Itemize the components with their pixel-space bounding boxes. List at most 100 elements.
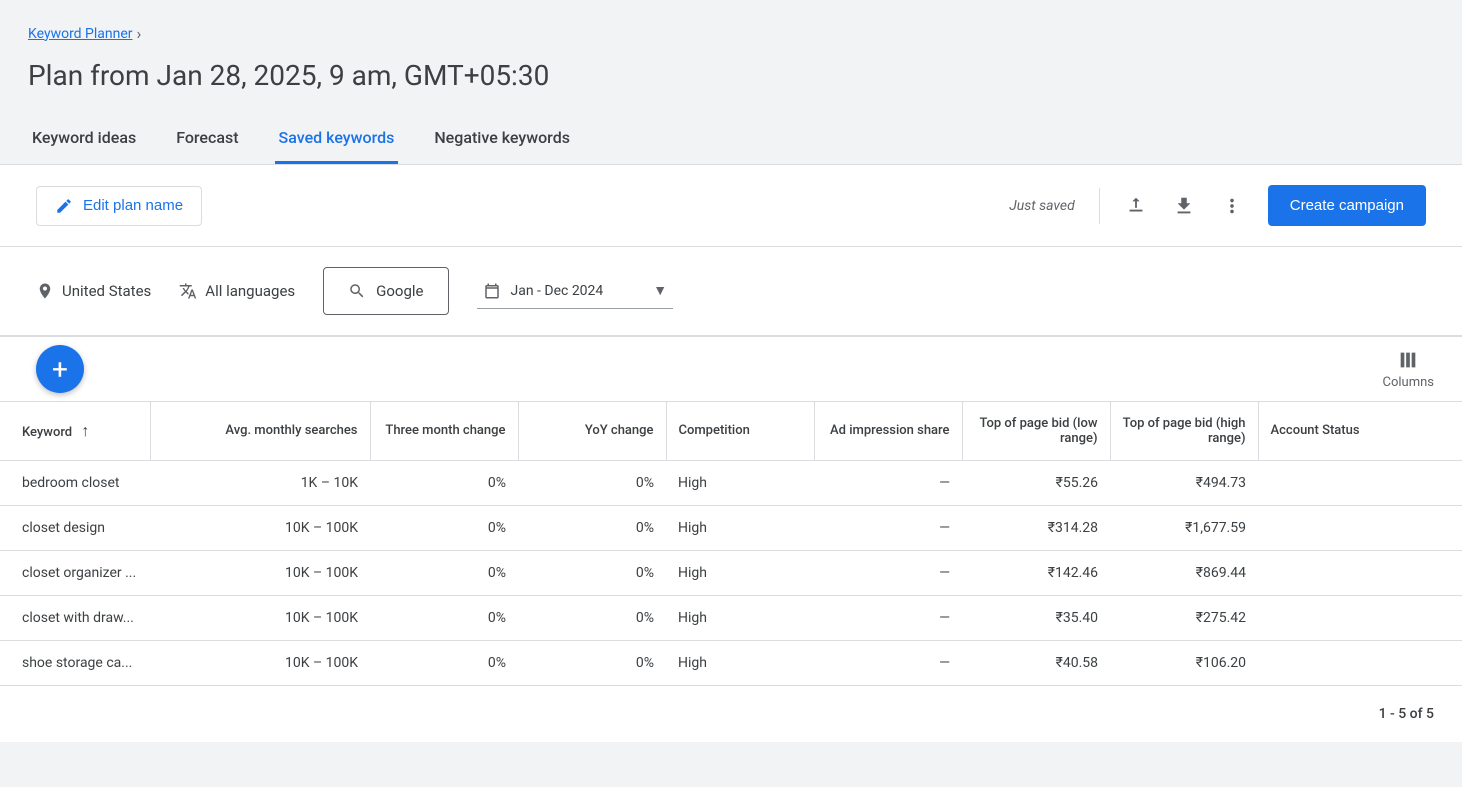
- table-row[interactable]: shoe storage ca... 10K – 100K 0% 0% High…: [0, 640, 1462, 685]
- cell-three-month: 0%: [370, 550, 518, 595]
- cell-searches: 1K – 10K: [150, 460, 370, 505]
- download-icon: [1173, 195, 1195, 217]
- columns-button[interactable]: Columns: [1383, 349, 1435, 390]
- header-status[interactable]: Account Status: [1258, 402, 1462, 460]
- tab-saved-keywords[interactable]: Saved keywords: [275, 116, 399, 164]
- tab-keyword-ideas[interactable]: Keyword ideas: [28, 116, 140, 164]
- cell-bid-low: ₹314.28: [962, 505, 1110, 550]
- network-value: Google: [376, 282, 423, 300]
- cell-bid-high: ₹1,677.59: [1110, 505, 1258, 550]
- cell-bid-high: ₹106.20: [1110, 640, 1258, 685]
- cell-yoy: 0%: [518, 550, 666, 595]
- cell-competition: High: [666, 505, 814, 550]
- date-range-filter[interactable]: Jan - Dec 2024 ▼: [477, 274, 674, 309]
- tab-forecast[interactable]: Forecast: [172, 116, 242, 164]
- cell-keyword: bedroom closet: [0, 460, 150, 505]
- date-range-value: Jan - Dec 2024: [511, 283, 604, 299]
- cell-three-month: 0%: [370, 505, 518, 550]
- cell-status: [1258, 505, 1462, 550]
- header-keyword[interactable]: Keyword ↑: [0, 402, 150, 460]
- cell-bid-high: ₹275.42: [1110, 595, 1258, 640]
- filters-bar: United States All languages Google Jan -…: [0, 246, 1462, 336]
- cell-status: [1258, 460, 1462, 505]
- header-bid-low[interactable]: Top of page bid (low range): [962, 402, 1110, 460]
- cell-keyword: closet design: [0, 505, 150, 550]
- cell-yoy: 0%: [518, 595, 666, 640]
- cell-competition: High: [666, 640, 814, 685]
- pagination: 1 - 5 of 5: [0, 686, 1462, 742]
- chevron-right-icon: ›: [137, 24, 142, 43]
- pencil-icon: [55, 197, 73, 215]
- language-filter[interactable]: All languages: [179, 282, 295, 300]
- location-value: United States: [62, 282, 151, 300]
- columns-label: Columns: [1383, 375, 1435, 390]
- header-yoy[interactable]: YoY change: [518, 402, 666, 460]
- language-value: All languages: [205, 282, 295, 300]
- share-button[interactable]: [1124, 194, 1148, 218]
- header-impression[interactable]: Ad impression share: [814, 402, 962, 460]
- header-searches[interactable]: Avg. monthly searches: [150, 402, 370, 460]
- edit-plan-name-button[interactable]: Edit plan name: [36, 186, 202, 226]
- edit-plan-name-label: Edit plan name: [83, 197, 183, 214]
- cell-yoy: 0%: [518, 460, 666, 505]
- header-keyword-label: Keyword: [22, 425, 72, 440]
- tabs: Keyword ideas Forecast Saved keywords Ne…: [28, 116, 1434, 164]
- tab-negative-keywords[interactable]: Negative keywords: [430, 116, 574, 164]
- translate-icon: [179, 282, 197, 300]
- saved-status: Just saved: [1009, 198, 1075, 214]
- keywords-table: Keyword ↑ Avg. monthly searches Three mo…: [0, 402, 1462, 686]
- share-icon: [1125, 195, 1147, 217]
- plus-icon: +: [52, 353, 68, 386]
- network-filter[interactable]: Google: [323, 267, 448, 315]
- breadcrumb-parent-link[interactable]: Keyword Planner: [28, 26, 133, 42]
- cell-keyword: closet organizer ...: [0, 550, 150, 595]
- cell-impression: —: [814, 595, 962, 640]
- header-competition[interactable]: Competition: [666, 402, 814, 460]
- location-icon: [36, 282, 54, 300]
- download-button[interactable]: [1172, 194, 1196, 218]
- table-toolbar: + Columns: [0, 337, 1462, 402]
- cell-status: [1258, 550, 1462, 595]
- cell-three-month: 0%: [370, 460, 518, 505]
- calendar-icon: [483, 282, 501, 300]
- cell-impression: —: [814, 640, 962, 685]
- cell-competition: High: [666, 595, 814, 640]
- cell-competition: High: [666, 550, 814, 595]
- create-campaign-button[interactable]: Create campaign: [1268, 185, 1426, 226]
- add-keyword-button[interactable]: +: [36, 345, 84, 393]
- cell-status: [1258, 595, 1462, 640]
- cell-keyword: closet with draw...: [0, 595, 150, 640]
- table-row[interactable]: closet with draw... 10K – 100K 0% 0% Hig…: [0, 595, 1462, 640]
- cell-bid-low: ₹55.26: [962, 460, 1110, 505]
- divider: [1099, 188, 1100, 224]
- cell-yoy: 0%: [518, 505, 666, 550]
- dropdown-icon: ▼: [653, 282, 667, 299]
- search-settings-icon: [348, 282, 366, 300]
- cell-competition: High: [666, 460, 814, 505]
- cell-keyword: shoe storage ca...: [0, 640, 150, 685]
- header-three-month[interactable]: Three month change: [370, 402, 518, 460]
- cell-yoy: 0%: [518, 640, 666, 685]
- cell-bid-low: ₹35.40: [962, 595, 1110, 640]
- location-filter[interactable]: United States: [36, 282, 151, 300]
- cell-impression: —: [814, 460, 962, 505]
- cell-searches: 10K – 100K: [150, 595, 370, 640]
- table-header-row: Keyword ↑ Avg. monthly searches Three mo…: [0, 402, 1462, 460]
- cell-searches: 10K – 100K: [150, 550, 370, 595]
- cell-bid-high: ₹494.73: [1110, 460, 1258, 505]
- toolbar: Edit plan name Just saved Create campaig…: [0, 165, 1462, 246]
- table-row[interactable]: closet organizer ... 10K – 100K 0% 0% Hi…: [0, 550, 1462, 595]
- table-row[interactable]: closet design 10K – 100K 0% 0% High — ₹3…: [0, 505, 1462, 550]
- header-bid-high[interactable]: Top of page bid (high range): [1110, 402, 1258, 460]
- breadcrumb: Keyword Planner ›: [28, 24, 1434, 43]
- cell-status: [1258, 640, 1462, 685]
- cell-three-month: 0%: [370, 640, 518, 685]
- cell-bid-high: ₹869.44: [1110, 550, 1258, 595]
- table-row[interactable]: bedroom closet 1K – 10K 0% 0% High — ₹55…: [0, 460, 1462, 505]
- more-vert-icon: [1221, 195, 1243, 217]
- columns-icon: [1397, 349, 1419, 371]
- cell-searches: 10K – 100K: [150, 505, 370, 550]
- cell-bid-low: ₹142.46: [962, 550, 1110, 595]
- page-title: Plan from Jan 28, 2025, 9 am, GMT+05:30: [28, 59, 1434, 92]
- more-options-button[interactable]: [1220, 194, 1244, 218]
